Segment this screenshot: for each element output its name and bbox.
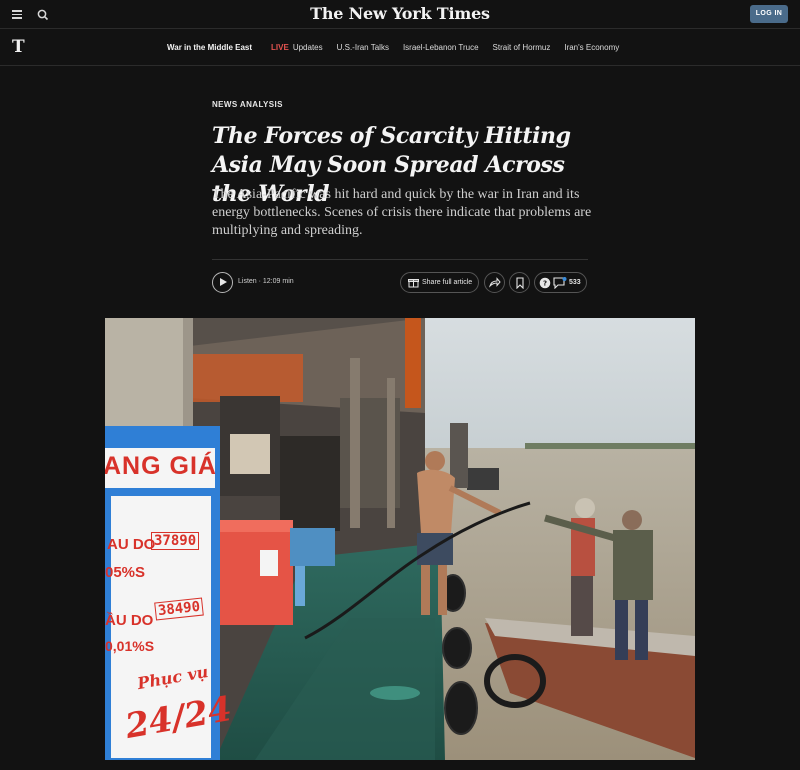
masthead-logo[interactable]: The New York Times [0,4,800,23]
sign-line1-price: 37890 [151,532,200,550]
sign-header: ANG GIÁ [105,452,217,480]
comment-icon [553,277,567,289]
photo-caption-strip [105,763,695,770]
sign-line1-label: AU DO [107,536,156,553]
nav-item-us-iran-talks[interactable]: U.S.-Iran Talks [337,43,389,52]
share-label: Share full article [422,279,473,286]
live-badge: LIVE [271,42,289,52]
save-button[interactable] [509,272,530,293]
nav-items: War in the Middle East LIVE Updates U.S.… [167,29,633,65]
sign-line4-label: 0,01%S [105,638,155,654]
gift-icon [408,279,419,288]
avatar-icon: ? [539,277,551,289]
nyt-t-logo[interactable]: T [12,37,25,57]
lead-photo[interactable]: ANG GIÁ AU DO 37890 05%S ẦU DO 38490 0,0… [105,318,695,760]
comment-count: 533 [569,279,581,286]
nav-item-irans-economy[interactable]: Iran's Economy [564,43,619,52]
article-kicker: NEWS ANALYSIS [212,100,283,109]
svg-text:?: ? [543,280,547,288]
listen-label[interactable]: Listen · 12:09 min [238,278,294,285]
section-nav: T War in the Middle East LIVE Updates U.… [0,29,800,66]
divider [212,259,588,260]
bookmark-icon [516,277,524,289]
nav-item-strait-of-hormuz[interactable]: Strait of Hormuz [493,43,551,52]
nav-title[interactable]: War in the Middle East [167,43,252,52]
article-summary: The Asia-Pacific was hit hard and quick … [212,187,592,238]
share-article-button[interactable]: Share full article [400,272,479,293]
forward-button[interactable] [484,272,505,293]
top-bar: The New York Times LOG IN [0,0,800,29]
share-arrow-icon [489,277,501,288]
comments-button[interactable]: ? 533 [534,272,587,293]
nav-item-israel-lebanon-truce[interactable]: Israel-Lebanon Truce [403,43,479,52]
sign-line3-label: ẦU DO [105,612,154,629]
play-audio-button[interactable] [212,272,233,293]
nav-item-updates[interactable]: Updates [293,43,323,52]
login-button[interactable]: LOG IN [750,5,788,23]
sign-line2-label: 05%S [105,564,146,581]
